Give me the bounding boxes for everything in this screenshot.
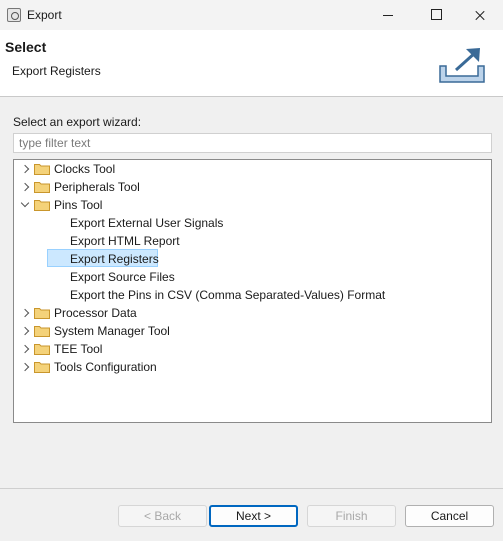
next-button[interactable]: Next >: [209, 505, 298, 527]
folder-icon: [34, 308, 50, 319]
chevron-right-icon[interactable]: [20, 358, 32, 376]
chevron-right-icon[interactable]: [20, 322, 32, 340]
app-icon: [7, 8, 21, 22]
folder-icon: [34, 182, 50, 193]
wizard-content: Select an export wizard: Clocks Tool Per…: [0, 98, 503, 488]
chevron-right-icon[interactable]: [20, 304, 32, 322]
wizard-list-label: Select an export wizard:: [13, 115, 142, 129]
title-bar: Export: [0, 0, 503, 30]
chevron-right-icon[interactable]: [20, 178, 32, 196]
export-icon: [439, 48, 485, 83]
folder-icon: [34, 344, 50, 355]
footer-separator: [0, 488, 503, 489]
chevron-down-icon[interactable]: [20, 196, 32, 214]
back-button[interactable]: < Back: [118, 505, 207, 527]
folder-icon: [34, 362, 50, 373]
chevron-right-icon[interactable]: [20, 160, 32, 178]
close-button[interactable]: [457, 0, 503, 30]
wizard-header: Select Export Registers: [0, 30, 503, 97]
folder-icon: [34, 326, 50, 337]
folder-icon: [34, 164, 50, 175]
wizard-tree[interactable]: Clocks Tool Peripherals Tool Pins Tool E…: [13, 159, 492, 423]
chevron-right-icon[interactable]: [20, 340, 32, 358]
window-title: Export: [27, 8, 62, 22]
maximize-button[interactable]: [412, 0, 458, 30]
page-subtitle: Export Registers: [12, 64, 101, 78]
filter-input[interactable]: [13, 133, 492, 153]
cancel-button[interactable]: Cancel: [405, 505, 494, 527]
finish-button[interactable]: Finish: [307, 505, 396, 527]
page-title: Select: [5, 39, 47, 55]
minimize-button[interactable]: [365, 0, 411, 30]
folder-open-icon: [34, 200, 50, 211]
